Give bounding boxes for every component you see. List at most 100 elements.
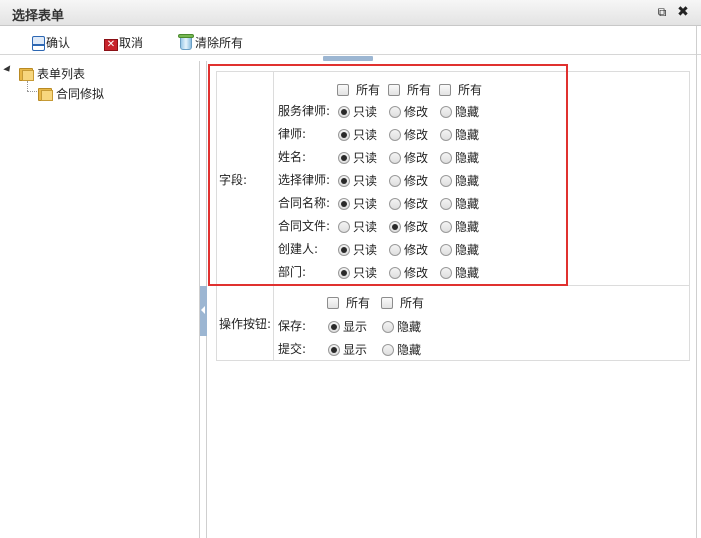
buttons-all-show-checkbox[interactable]: 所有 xyxy=(327,294,370,311)
field-modify-radio[interactable]: 修改 xyxy=(389,241,428,258)
confirm-button-label: 确认 xyxy=(46,36,71,50)
field-readonly-radio[interactable]: 只读 xyxy=(338,241,377,258)
field-row-label: 合同文件: xyxy=(278,219,331,233)
field-modify-radio[interactable]: 修改 xyxy=(389,195,428,212)
tree-connector xyxy=(27,91,37,92)
field-modify-radio[interactable]: 修改 xyxy=(389,218,428,235)
checkbox-icon xyxy=(327,296,339,309)
cancel-x-icon: ✕ xyxy=(104,39,118,51)
cancel-button-label: 取消 xyxy=(119,36,144,50)
right-border xyxy=(696,26,697,538)
field-readonly-radio[interactable]: 只读 xyxy=(338,103,377,120)
field-row-label: 服务律师: xyxy=(278,104,331,118)
button-row-label: 提交: xyxy=(278,342,307,356)
radio-label: 只读 xyxy=(353,266,378,280)
fields-all-readonly-checkbox[interactable]: 所有 xyxy=(337,81,380,98)
radio-label: 隐藏 xyxy=(455,266,480,280)
save-disk-icon xyxy=(32,36,45,51)
checkbox-icon xyxy=(381,296,393,309)
radio-icon xyxy=(338,151,350,164)
field-hidden-radio[interactable]: 隐藏 xyxy=(440,103,479,120)
radio-label: 修改 xyxy=(404,197,429,211)
radio-label: 修改 xyxy=(404,174,429,188)
radio-icon xyxy=(382,343,394,356)
button-hidden-radio[interactable]: 隐藏 xyxy=(382,341,421,358)
radio-icon xyxy=(440,197,452,210)
field-modify-radio[interactable]: 修改 xyxy=(389,103,428,120)
buttons-section-label: 操作按钮: xyxy=(219,317,272,331)
radio-label: 只读 xyxy=(353,128,378,142)
grid-divider xyxy=(217,285,689,286)
tree-node-form-list[interactable]: 表单列表 xyxy=(19,65,85,82)
clear-all-button[interactable]: 清除所有 xyxy=(178,31,243,51)
field-modify-radio[interactable]: 修改 xyxy=(389,126,428,143)
field-readonly-radio[interactable]: 只读 xyxy=(338,172,377,189)
folder-open-icon xyxy=(19,67,35,81)
radio-icon xyxy=(440,151,452,164)
field-hidden-radio[interactable]: 隐藏 xyxy=(440,241,479,258)
confirm-button[interactable]: 确认 xyxy=(32,31,70,51)
buttons-all-hidden-checkbox[interactable]: 所有 xyxy=(381,294,424,311)
field-row-label: 律师: xyxy=(278,127,307,141)
field-hidden-radio[interactable]: 隐藏 xyxy=(440,218,479,235)
field-hidden-radio[interactable]: 隐藏 xyxy=(440,195,479,212)
radio-icon xyxy=(389,174,401,187)
field-readonly-radio[interactable]: 只读 xyxy=(338,195,377,212)
clear-all-button-label: 清除所有 xyxy=(195,36,244,50)
button-show-radio[interactable]: 显示 xyxy=(328,318,367,335)
radio-label: 隐藏 xyxy=(455,174,480,188)
radio-label: 显示 xyxy=(343,343,368,357)
radio-icon xyxy=(382,320,394,333)
field-readonly-radio[interactable]: 只读 xyxy=(338,126,377,143)
radio-icon xyxy=(338,243,350,256)
radio-label: 只读 xyxy=(353,151,378,165)
field-row-label: 部门: xyxy=(278,265,307,279)
field-readonly-radio[interactable]: 只读 xyxy=(338,218,377,235)
checkbox-label: 所有 xyxy=(407,83,432,97)
checkbox-label: 所有 xyxy=(400,296,425,310)
field-readonly-radio[interactable]: 只读 xyxy=(338,149,377,166)
radio-label: 隐藏 xyxy=(397,343,422,357)
radio-icon xyxy=(338,266,350,279)
top-splitter-handle[interactable] xyxy=(323,56,373,61)
field-hidden-radio[interactable]: 隐藏 xyxy=(440,149,479,166)
radio-label: 隐藏 xyxy=(455,220,480,234)
field-hidden-radio[interactable]: 隐藏 xyxy=(440,264,479,281)
radio-icon xyxy=(389,243,401,256)
radio-label: 隐藏 xyxy=(455,243,480,257)
radio-label: 只读 xyxy=(353,243,378,257)
button-show-radio[interactable]: 显示 xyxy=(328,341,367,358)
tree-expand-toggle-icon[interactable] xyxy=(3,65,13,74)
radio-label: 修改 xyxy=(404,220,429,234)
left-splitter-handle[interactable] xyxy=(200,286,207,336)
popout-icon[interactable]: ⧉ xyxy=(655,4,669,20)
tree-node-contract-draft[interactable]: 合同修拟 xyxy=(38,85,104,102)
field-hidden-radio[interactable]: 隐藏 xyxy=(440,126,479,143)
radio-icon xyxy=(338,174,350,187)
field-hidden-radio[interactable]: 隐藏 xyxy=(440,172,479,189)
field-readonly-radio[interactable]: 只读 xyxy=(338,264,377,281)
radio-icon xyxy=(389,220,401,233)
cancel-button[interactable]: ✕ 取消 xyxy=(104,31,143,51)
tree-connector xyxy=(27,81,28,91)
close-icon[interactable]: ✖ xyxy=(676,4,690,20)
button-row-label: 保存: xyxy=(278,319,307,333)
radio-label: 只读 xyxy=(353,105,378,119)
fields-all-modify-checkbox[interactable]: 所有 xyxy=(388,81,431,98)
recycle-bin-icon xyxy=(178,32,194,51)
radio-icon xyxy=(338,197,350,210)
field-modify-radio[interactable]: 修改 xyxy=(389,172,428,189)
radio-label: 修改 xyxy=(404,151,429,165)
fields-section-label: 字段: xyxy=(219,173,248,187)
collapse-arrow-icon xyxy=(201,306,205,314)
field-modify-radio[interactable]: 修改 xyxy=(389,264,428,281)
radio-icon xyxy=(338,105,350,118)
radio-label: 隐藏 xyxy=(455,128,480,142)
fields-all-hidden-checkbox[interactable]: 所有 xyxy=(439,81,482,98)
button-hidden-radio[interactable]: 隐藏 xyxy=(382,318,421,335)
radio-icon xyxy=(328,320,340,333)
radio-icon xyxy=(389,266,401,279)
radio-icon xyxy=(389,105,401,118)
radio-icon xyxy=(389,197,401,210)
field-modify-radio[interactable]: 修改 xyxy=(389,149,428,166)
